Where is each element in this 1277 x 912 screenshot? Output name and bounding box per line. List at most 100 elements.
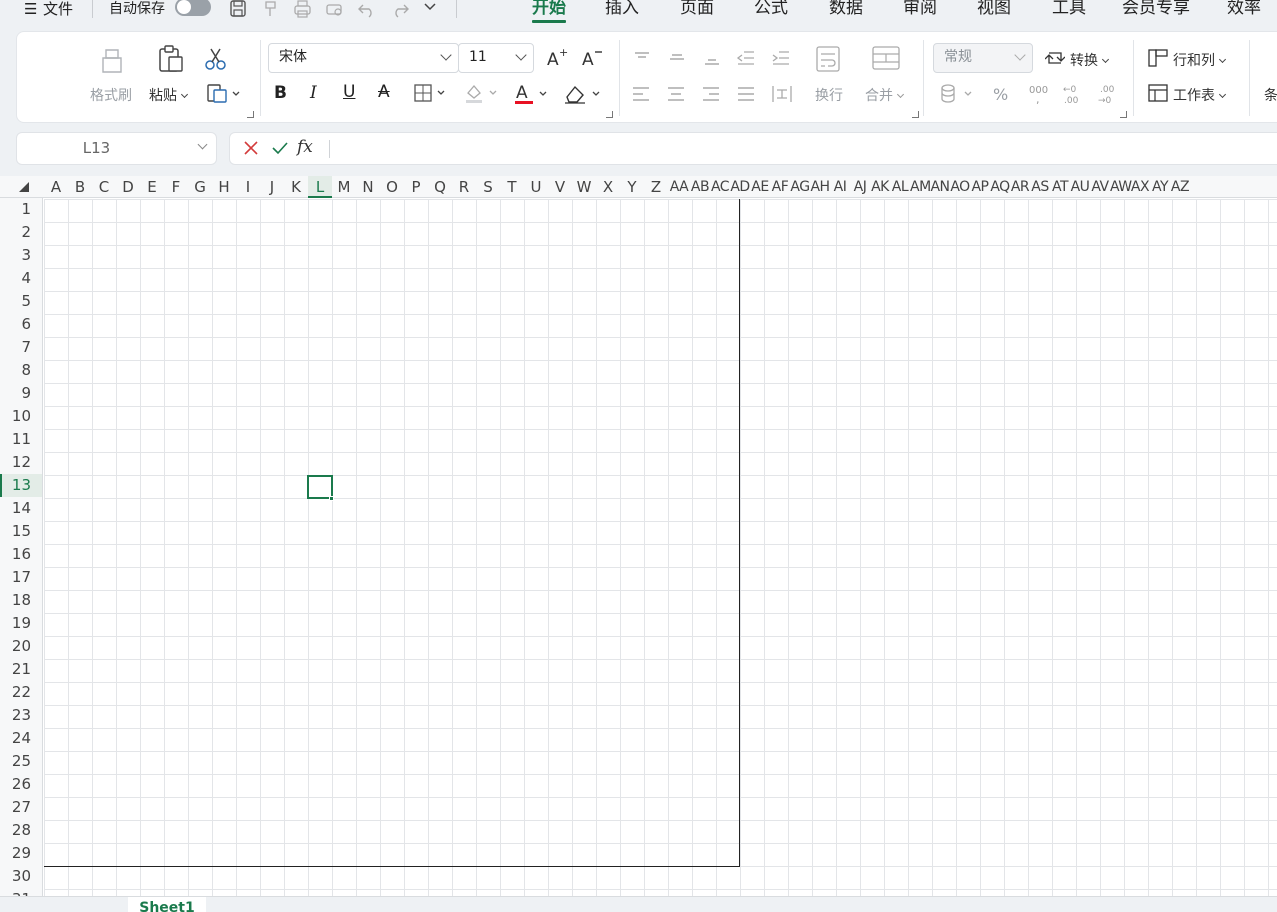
quick-access-more-icon[interactable]	[422, 0, 442, 18]
row-header-12[interactable]: 12	[0, 451, 42, 474]
fill-handle[interactable]	[329, 496, 334, 501]
column-header-Z[interactable]: Z	[644, 176, 668, 198]
row-header-8[interactable]: 8	[0, 359, 42, 382]
format-painter-label[interactable]: 格式刷	[90, 85, 132, 105]
row-header-14[interactable]: 14	[0, 497, 42, 520]
tab-efficiency[interactable]: 效率	[1227, 0, 1261, 18]
column-header-AM[interactable]: AM	[910, 176, 931, 198]
row-header-13[interactable]: 13	[0, 474, 42, 497]
row-header-10[interactable]: 10	[0, 405, 42, 428]
tab-home[interactable]: 开始	[532, 0, 566, 18]
column-header-S[interactable]: S	[476, 176, 500, 198]
cancel-icon[interactable]	[243, 140, 259, 156]
tab-member[interactable]: 会员专享	[1122, 0, 1190, 18]
row-header-26[interactable]: 26	[0, 773, 42, 796]
column-header-C[interactable]: C	[92, 176, 116, 198]
thousands-separator-icon[interactable]: 000,	[1028, 83, 1052, 105]
row-header-31[interactable]: 31	[0, 888, 42, 896]
convert-icon[interactable]	[1045, 49, 1065, 67]
rows-columns-button[interactable]: 行和列	[1173, 50, 1227, 70]
column-header-B[interactable]: B	[68, 176, 92, 198]
column-header-E[interactable]: E	[140, 176, 164, 198]
clipboard-launcher-icon[interactable]	[247, 111, 254, 118]
row-header-30[interactable]: 30	[0, 865, 42, 888]
column-header-X[interactable]: X	[596, 176, 620, 198]
undo-icon[interactable]	[357, 0, 377, 18]
alignment-launcher-icon[interactable]	[912, 111, 919, 118]
decrease-font-size-icon[interactable]: A	[581, 47, 605, 69]
align-left-icon[interactable]	[632, 86, 650, 102]
row-header-16[interactable]: 16	[0, 543, 42, 566]
copy-button[interactable]	[206, 82, 242, 104]
increase-indent-icon[interactable]	[771, 49, 791, 67]
column-header-AT[interactable]: AT	[1050, 176, 1070, 198]
column-header-D[interactable]: D	[116, 176, 140, 198]
rows-columns-icon[interactable]	[1148, 49, 1168, 67]
spreadsheet-grid[interactable]: A B C D E F G H I J K L M N O P Q R S T U V W X Y Z AA AB AC AD AE AF AG…	[0, 176, 1277, 896]
row-header-29[interactable]: 29	[0, 842, 42, 865]
font-color-icon[interactable]: A	[513, 81, 549, 105]
tab-page[interactable]: 页面	[680, 0, 714, 18]
tab-data[interactable]: 数据	[829, 0, 863, 18]
column-header-AX[interactable]: AX	[1130, 176, 1150, 198]
fill-color-icon[interactable]	[464, 82, 500, 104]
column-header-AL[interactable]: AL	[890, 176, 910, 198]
row-header-21[interactable]: 21	[0, 658, 42, 681]
distributed-align-icon[interactable]	[771, 84, 793, 104]
borders-icon[interactable]	[414, 84, 448, 102]
column-header-F[interactable]: F	[164, 176, 188, 198]
column-header-U[interactable]: U	[524, 176, 548, 198]
column-header-AZ[interactable]: AZ	[1170, 176, 1190, 198]
column-header-R[interactable]: R	[452, 176, 476, 198]
redo-icon[interactable]	[390, 0, 410, 18]
increase-font-size-icon[interactable]: A +	[546, 47, 570, 69]
conditional-format-label[interactable]: 条	[1264, 85, 1277, 105]
column-header-AQ[interactable]: AQ	[990, 176, 1010, 198]
italic-icon[interactable]: I	[310, 83, 317, 103]
column-header-AH[interactable]: AH	[810, 176, 830, 198]
row-header-18[interactable]: 18	[0, 589, 42, 612]
column-header-W[interactable]: W	[572, 176, 596, 198]
menu-hamburger-icon[interactable]: ☰	[24, 0, 37, 18]
column-header-AO[interactable]: AO	[950, 176, 970, 198]
font-size-dropdown[interactable]: 11	[458, 43, 534, 73]
column-header-A[interactable]: A	[44, 176, 68, 198]
row-header-23[interactable]: 23	[0, 704, 42, 727]
row-header-27[interactable]: 27	[0, 796, 42, 819]
column-header-AS[interactable]: AS	[1030, 176, 1050, 198]
align-center-icon[interactable]	[667, 86, 685, 102]
paste-icon[interactable]	[157, 44, 185, 74]
row-header-3[interactable]: 3	[0, 244, 42, 267]
tab-formulas[interactable]: 公式	[754, 0, 788, 18]
cut-icon[interactable]	[204, 47, 228, 71]
sheet-tab-active[interactable]: Sheet1	[128, 897, 206, 912]
column-header-N[interactable]: N	[356, 176, 380, 198]
tab-view[interactable]: 视图	[977, 0, 1011, 18]
column-header-T[interactable]: T	[500, 176, 524, 198]
column-header-AY[interactable]: AY	[1150, 176, 1170, 198]
row-header-6[interactable]: 6	[0, 313, 42, 336]
column-header-AG[interactable]: AG	[790, 176, 810, 198]
font-launcher-icon[interactable]	[606, 111, 613, 118]
row-header-4[interactable]: 4	[0, 267, 42, 290]
autosave-toggle[interactable]	[175, 0, 211, 16]
column-header-AD[interactable]: AD	[730, 176, 750, 198]
column-header-G[interactable]: G	[188, 176, 212, 198]
merge-cells-icon[interactable]	[871, 45, 901, 73]
save-icon[interactable]	[228, 0, 248, 18]
column-header-Y[interactable]: Y	[620, 176, 644, 198]
paste-button[interactable]: 粘贴	[149, 85, 189, 105]
font-name-dropdown[interactable]: 宋体	[268, 43, 459, 73]
format-painter-icon[interactable]	[99, 46, 125, 74]
justify-icon[interactable]	[737, 86, 755, 102]
row-header-28[interactable]: 28	[0, 819, 42, 842]
column-header-V[interactable]: V	[548, 176, 572, 198]
row-header-22[interactable]: 22	[0, 681, 42, 704]
column-header-AJ[interactable]: AJ	[850, 176, 870, 198]
insert-function-icon[interactable]: fx	[297, 137, 313, 157]
align-top-icon[interactable]	[633, 49, 651, 65]
row-header-7[interactable]: 7	[0, 336, 42, 359]
bold-icon[interactable]: B	[274, 83, 287, 103]
tab-tools[interactable]: 工具	[1052, 0, 1086, 18]
formula-input-area[interactable]: fx	[229, 132, 1277, 165]
